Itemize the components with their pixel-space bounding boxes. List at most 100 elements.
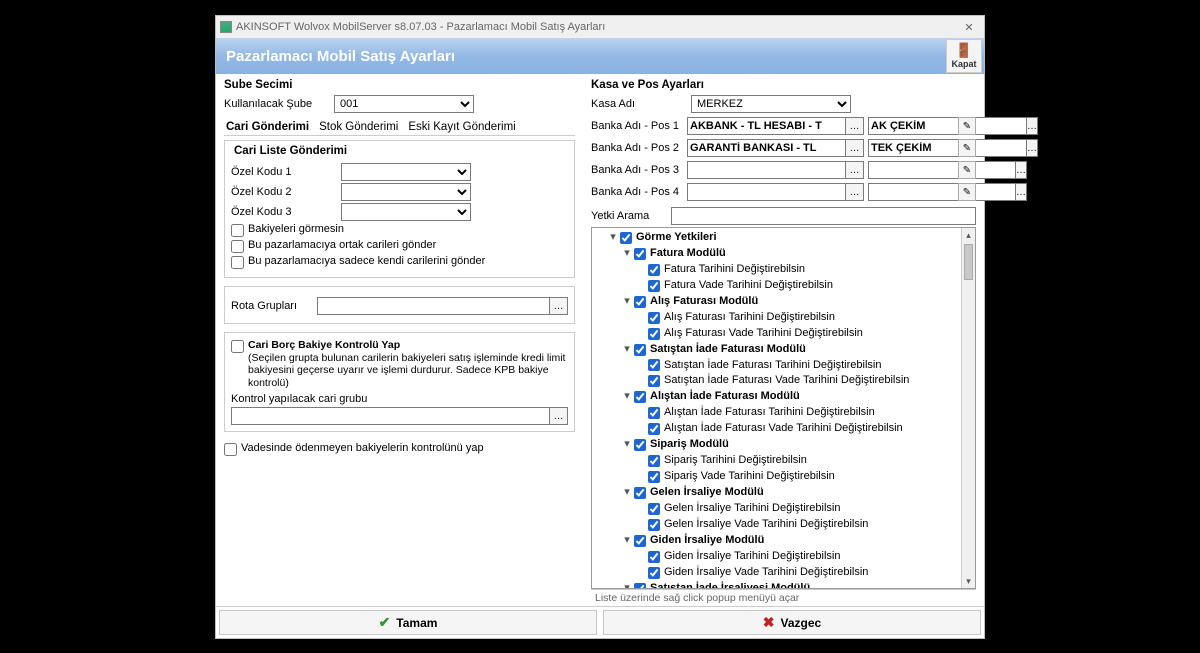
tree-n4a-chk[interactable] bbox=[648, 407, 660, 419]
tree-n8-chk[interactable] bbox=[634, 583, 646, 589]
pos2-bank-browse[interactable]: … bbox=[846, 139, 864, 157]
tab-stok-gonderimi[interactable]: Stok Gönderimi bbox=[317, 119, 400, 135]
yetki-label: Yetki Arama bbox=[591, 210, 671, 222]
tab-cari-gonderimi[interactable]: Cari Gönderimi bbox=[224, 119, 311, 135]
tree-n5-chk[interactable] bbox=[634, 439, 646, 451]
sube-select[interactable]: 001 bbox=[334, 95, 474, 113]
pos1-type-input[interactable] bbox=[868, 117, 1027, 135]
pos4-type-browse[interactable]: … bbox=[1016, 183, 1027, 201]
kasa-select[interactable]: MERKEZ bbox=[691, 95, 851, 113]
tree-n1b-chk[interactable] bbox=[648, 280, 660, 292]
tree-n1a-chk[interactable] bbox=[648, 264, 660, 276]
pos3-edit-button[interactable]: ✎ bbox=[958, 161, 976, 179]
pos4-label: Banka Adı - Pos 4 bbox=[591, 186, 683, 198]
ok-label: Tamam bbox=[396, 616, 437, 630]
tree-scrollbar[interactable]: ▴ ▾ bbox=[961, 228, 975, 588]
pos1-type-browse[interactable]: … bbox=[1027, 117, 1038, 135]
scroll-down-icon[interactable]: ▾ bbox=[962, 574, 975, 588]
banner: Pazarlamacı Mobil Satış Ayarları 🚪 Kapat bbox=[216, 38, 984, 74]
tree-n6a-chk[interactable] bbox=[648, 503, 660, 515]
tree-n4-chk[interactable] bbox=[634, 391, 646, 403]
tree-n6-chk[interactable] bbox=[634, 487, 646, 499]
tree-n5: Sipariş Modülü bbox=[650, 437, 729, 453]
pos2-edit-button[interactable]: ✎ bbox=[958, 139, 976, 157]
close-icon[interactable]: ✕ bbox=[958, 21, 980, 34]
chk-bakiye-label: Bakiyeleri görmesin bbox=[248, 223, 344, 235]
tree-n1a: Fatura Tarihini Değiştirebilsin bbox=[664, 262, 805, 278]
rota-input[interactable] bbox=[317, 297, 550, 315]
right-panel: Kasa ve Pos Ayarları Kasa Adı MERKEZ Ban… bbox=[583, 74, 984, 606]
pos3-type-browse[interactable]: … bbox=[1016, 161, 1027, 179]
tree-hint: Liste üzerinde sağ click popup menüyü aç… bbox=[591, 589, 976, 606]
chk-vadesinde[interactable] bbox=[224, 443, 237, 456]
sube-secimi-title: Sube Secimi bbox=[224, 79, 575, 91]
chk-bakiye-kontrol[interactable] bbox=[231, 340, 244, 353]
pos1-bank-input[interactable] bbox=[687, 117, 846, 135]
chk-bakiye[interactable] bbox=[231, 224, 244, 237]
kontrol-input[interactable] bbox=[231, 407, 550, 425]
tree-n4b-chk[interactable] bbox=[648, 423, 660, 435]
pos4-edit-button[interactable]: ✎ bbox=[958, 183, 976, 201]
ozel2-label: Özel Kodu 2 bbox=[231, 186, 341, 198]
pos4-bank-input[interactable] bbox=[687, 183, 846, 201]
tree-n2b-chk[interactable] bbox=[648, 328, 660, 340]
footer: ✔ Tamam ✖ Vazgec bbox=[216, 606, 984, 638]
tree-n5a-chk[interactable] bbox=[648, 455, 660, 467]
pos1-bank-browse[interactable]: … bbox=[846, 117, 864, 135]
ozel3-select[interactable] bbox=[341, 203, 471, 221]
tree-n2b: Alış Faturası Vade Tarihini Değiştirebil… bbox=[664, 326, 863, 342]
kapat-button[interactable]: 🚪 Kapat bbox=[946, 39, 982, 73]
cancel-button[interactable]: ✖ Vazgec bbox=[603, 610, 981, 635]
yetki-search-input[interactable] bbox=[671, 207, 976, 225]
rota-browse-button[interactable]: … bbox=[550, 297, 568, 315]
tree-n1-chk[interactable] bbox=[634, 248, 646, 260]
kontrol-label: Kontrol yapılacak cari grubu bbox=[231, 393, 568, 405]
kasa-label: Kasa Adı bbox=[591, 98, 691, 110]
ozel1-select[interactable] bbox=[341, 163, 471, 181]
scroll-thumb[interactable] bbox=[964, 244, 973, 280]
scroll-up-icon[interactable]: ▴ bbox=[962, 228, 975, 242]
chk-ortak[interactable] bbox=[231, 240, 244, 253]
tree-n2-chk[interactable] bbox=[634, 296, 646, 308]
permissions-tree[interactable]: ▾Görme Yetkileri ▾Fatura Modülü Fatura T… bbox=[591, 227, 976, 589]
pos2-label: Banka Adı - Pos 2 bbox=[591, 142, 683, 154]
tab-eski-kayit[interactable]: Eski Kayıt Gönderimi bbox=[406, 119, 517, 135]
pos3-type-input[interactable] bbox=[868, 161, 1016, 179]
pos3-bank-browse[interactable]: … bbox=[846, 161, 864, 179]
tree-n3: Satıştan İade Faturası Modülü bbox=[650, 342, 806, 358]
pos1-label: Banka Adı - Pos 1 bbox=[591, 120, 683, 132]
tree-n7-chk[interactable] bbox=[634, 535, 646, 547]
pos2-type-input[interactable] bbox=[868, 139, 1027, 157]
chk-kendi[interactable] bbox=[231, 256, 244, 269]
tree-n8: Satıştan İade İrsaliyesi Modülü bbox=[650, 581, 810, 589]
window-title: AKINSOFT Wolvox MobilServer s8.07.03 - P… bbox=[236, 21, 605, 33]
tree-n3-chk[interactable] bbox=[634, 344, 646, 356]
check-icon: ✔ bbox=[379, 614, 391, 631]
kontrol-browse-button[interactable]: … bbox=[550, 407, 568, 425]
tree-n7a-chk[interactable] bbox=[648, 551, 660, 563]
app-window: AKINSOFT Wolvox MobilServer s8.07.03 - P… bbox=[215, 15, 985, 639]
banner-title: Pazarlamacı Mobil Satış Ayarları bbox=[226, 48, 455, 65]
tree-n6b: Gelen İrsaliye Vade Tarihini Değiştirebi… bbox=[664, 517, 868, 533]
ozel2-select[interactable] bbox=[341, 183, 471, 201]
ok-button[interactable]: ✔ Tamam bbox=[219, 610, 597, 635]
tree-n3a: Satıştan İade Faturası Tarihini Değiştir… bbox=[664, 358, 881, 374]
tree-n2a-chk[interactable] bbox=[648, 312, 660, 324]
pos2-bank-input[interactable] bbox=[687, 139, 846, 157]
rota-group: Rota Grupları … bbox=[224, 286, 575, 324]
tree-n3a-chk[interactable] bbox=[648, 359, 660, 371]
tree-n6b-chk[interactable] bbox=[648, 519, 660, 531]
pos2-type-browse[interactable]: … bbox=[1027, 139, 1038, 157]
chk-kendi-label: Bu pazarlamacıya sadece kendi carilerini… bbox=[248, 255, 485, 267]
tree-n7b-chk[interactable] bbox=[648, 567, 660, 579]
pos3-bank-input[interactable] bbox=[687, 161, 846, 179]
pos4-bank-browse[interactable]: … bbox=[846, 183, 864, 201]
pos1-edit-button[interactable]: ✎ bbox=[958, 117, 976, 135]
pos4-type-input[interactable] bbox=[868, 183, 1016, 201]
ozel1-label: Özel Kodu 1 bbox=[231, 166, 341, 178]
pos3-label: Banka Adı - Pos 3 bbox=[591, 164, 683, 176]
chk-vadesinde-label: Vadesinde ödenmeyen bakiyelerin kontrolü… bbox=[241, 442, 484, 454]
tree-n3b-chk[interactable] bbox=[648, 375, 660, 387]
tree-root-chk[interactable] bbox=[620, 232, 632, 244]
tree-n5b-chk[interactable] bbox=[648, 471, 660, 483]
